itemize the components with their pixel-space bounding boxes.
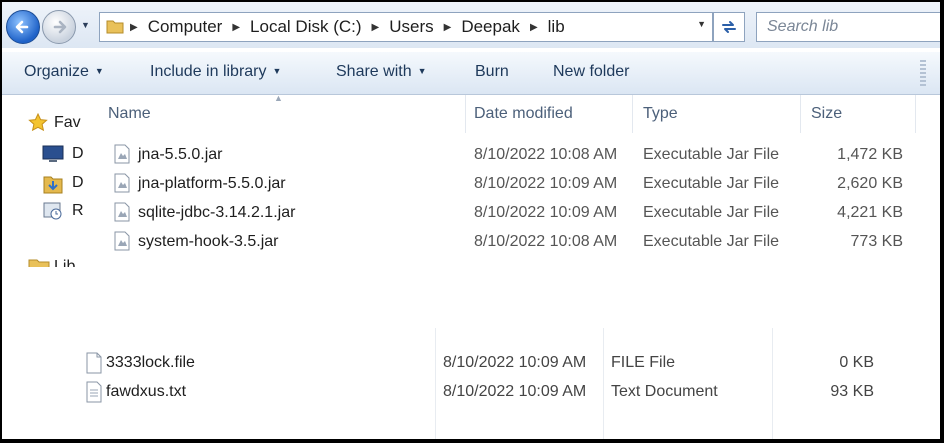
column-divider [772,328,773,439]
chevron-right-icon[interactable]: ▶ [130,22,138,33]
file-type: FILE File [611,354,676,371]
column-header-type[interactable]: Type [633,95,801,133]
chevron-right-icon[interactable]: ▶ [232,22,240,33]
file-size: 2,620 KB [837,175,903,192]
file-name: 3333lock.file [106,354,195,371]
text-file-icon [86,381,102,403]
jar-file-icon [114,173,130,193]
search-box [756,12,940,42]
command-bar: Organize ▼ Include in library ▼ Share with… [2,52,940,95]
sort-ascending-icon: ▲ [274,93,283,103]
file-name: sqlite-jdbc-3.14.2.1.jar [138,204,296,221]
new-folder-button[interactable]: New folder [553,63,629,81]
breadcrumb-lib[interactable]: lib [548,17,565,37]
file-name: system-hook-3.5.jar [138,233,279,250]
chevron-right-icon[interactable]: ▶ [372,22,380,33]
organize-label: Organize [24,63,89,80]
folder-icon [106,20,124,34]
recent-pages-dropdown-icon[interactable]: ▼ [81,20,90,30]
file-type: Executable Jar File [643,204,780,221]
refresh-icon [722,21,736,33]
nav-item-label: Fav [54,114,81,131]
chevron-down-icon: ▼ [417,66,427,76]
generic-file-icon [86,352,102,374]
jar-file-icon [114,144,130,164]
breadcrumb-local-disk[interactable]: Local Disk (C:) [250,17,361,37]
address-bar[interactable]: ▶ Computer ▶ Local Disk (C:) ▶ Users ▶ D… [99,12,713,42]
libraries-icon [28,259,50,267]
file-size: 773 KB [850,233,903,250]
refresh-button[interactable] [713,12,745,42]
file-row[interactable]: jna-5.5.0.jar 8/10/2022 10:08 AM Executa… [88,141,916,170]
column-divider [603,328,604,439]
column-divider [435,328,436,439]
view-options-grip[interactable] [920,60,926,86]
file-date: 8/10/2022 10:09 AM [474,175,618,192]
address-history-dropdown-icon[interactable]: ▼ [697,19,706,29]
file-name: jna-5.5.0.jar [138,146,223,163]
breadcrumb-computer[interactable]: Computer [148,17,223,37]
back-arrow-icon [15,20,29,34]
column-header-label: Name [108,105,151,122]
file-date: 8/10/2022 10:09 AM [443,354,587,371]
breadcrumb-users[interactable]: Users [389,17,433,37]
file-date: 8/10/2022 10:08 AM [474,233,618,250]
burn-button[interactable]: Burn [475,63,509,81]
file-type: Executable Jar File [643,146,780,163]
nav-item-label: Lib [54,258,76,267]
forward-button[interactable] [42,10,76,44]
chevron-right-icon[interactable]: ▶ [530,22,538,33]
file-type: Executable Jar File [643,233,780,250]
file-list: Name ▲ Date modified Type Size jna-5.5.0… [88,93,916,267]
file-row[interactable]: sqlite-jdbc-3.14.2.1.jar 8/10/2022 10:09… [88,199,916,228]
include-in-library-label: Include in library [150,63,267,80]
file-size: 4,221 KB [837,204,903,221]
organize-button[interactable]: Organize ▼ [24,63,104,81]
forward-arrow-icon [53,20,67,34]
downloads-icon [43,176,63,194]
recent-places-icon [43,202,62,220]
back-button[interactable] [6,10,40,44]
file-date: 8/10/2022 10:08 AM [474,146,618,163]
file-row[interactable]: 3333lock.file 8/10/2022 10:09 AM FILE Fi… [2,350,940,378]
breadcrumb-deepak[interactable]: Deepak [461,17,520,37]
nav-item-label: D [72,145,84,162]
file-name: jna-platform-5.5.0.jar [138,175,286,192]
column-header-label: Type [643,105,678,122]
column-header-date-modified[interactable]: Date modified [466,95,633,133]
search-input[interactable] [765,16,939,38]
chevron-down-icon: ▼ [272,66,282,76]
navigation-pane: Fav D D R Lib [2,95,88,267]
chevron-down-icon: ▼ [94,66,104,76]
secondary-file-list: 3333lock.file 8/10/2022 10:09 AM FILE Fi… [2,328,940,439]
column-header-name[interactable]: Name ▲ [88,93,466,133]
include-in-library-button[interactable]: Include in library ▼ [150,63,281,81]
nav-item-label: R [72,202,84,219]
address-row: ▼ ▶ Computer ▶ Local Disk (C:) ▶ Users ▶… [2,2,940,48]
explorer-window: ▼ ▶ Computer ▶ Local Disk (C:) ▶ Users ▶… [2,2,940,439]
star-icon [28,113,48,132]
file-type: Text Document [611,383,718,400]
file-date: 8/10/2022 10:09 AM [474,204,618,221]
chevron-right-icon[interactable]: ▶ [444,22,452,33]
file-size: 1,472 KB [837,146,903,163]
file-name: fawdxus.txt [106,383,187,400]
share-with-button[interactable]: Share with ▼ [336,63,427,81]
jar-file-icon [114,202,130,222]
column-header-label: Date modified [474,105,573,122]
file-row[interactable]: jna-platform-5.5.0.jar 8/10/2022 10:09 A… [88,170,916,199]
share-with-label: Share with [336,63,412,80]
file-date: 8/10/2022 10:09 AM [443,383,587,400]
file-size: 93 KB [830,383,874,400]
nav-item-label: D [72,174,84,191]
desktop-icon [42,145,64,162]
jar-file-icon [114,231,130,251]
file-row[interactable]: system-hook-3.5.jar 8/10/2022 10:08 AM E… [88,228,916,257]
file-row[interactable]: fawdxus.txt 8/10/2022 10:09 AM Text Docu… [2,379,940,407]
file-size: 0 KB [839,354,874,371]
column-header-size[interactable]: Size [801,95,916,133]
breadcrumb: ▶ Computer ▶ Local Disk (C:) ▶ Users ▶ D… [130,17,575,37]
file-type: Executable Jar File [643,175,780,192]
column-header-label: Size [811,105,843,122]
